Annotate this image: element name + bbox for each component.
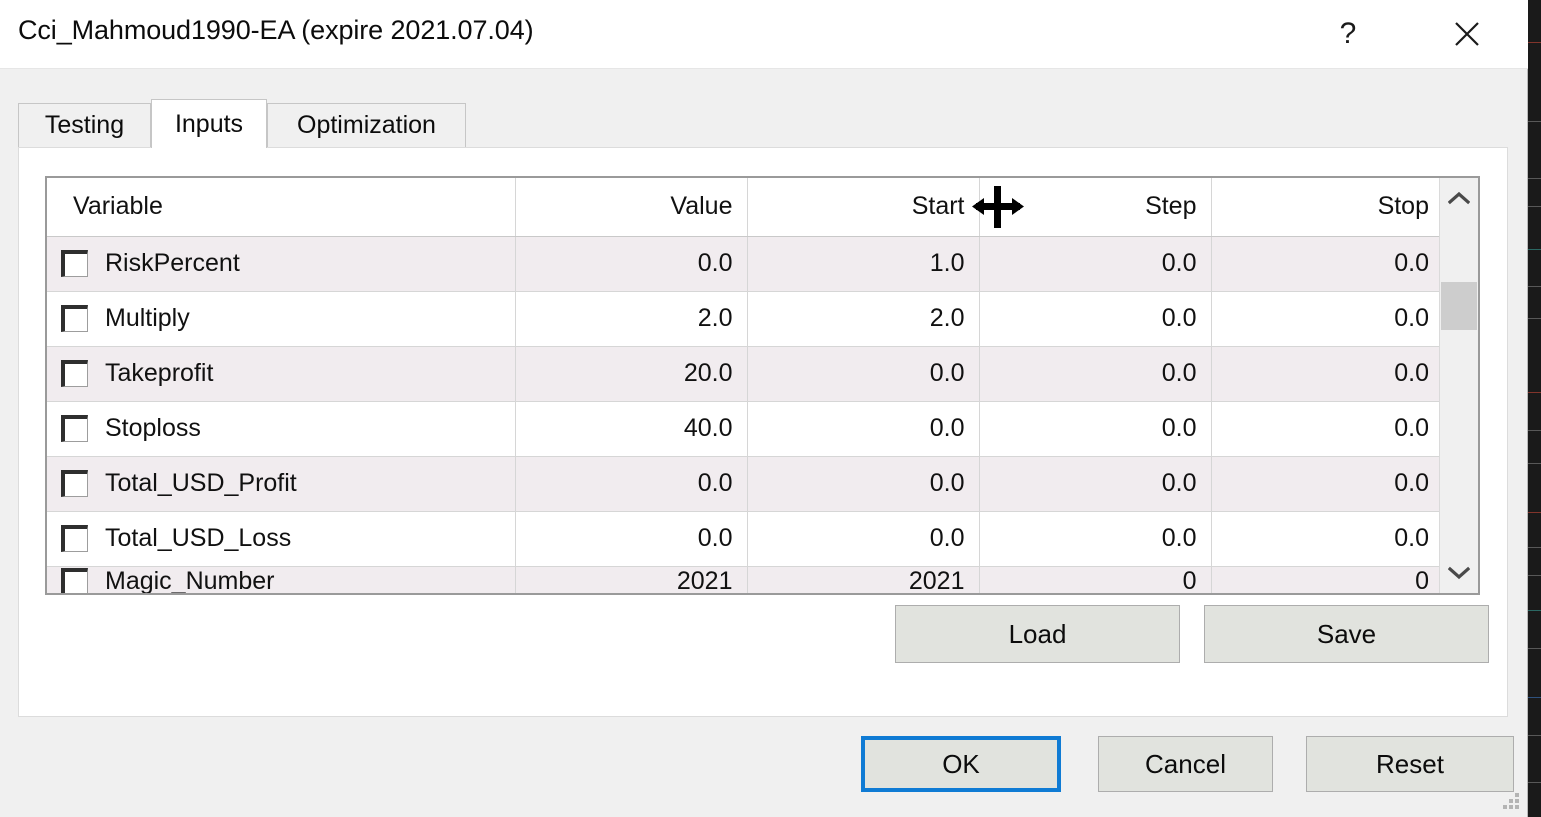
- cell-step[interactable]: 0.0: [979, 511, 1211, 566]
- variable-label: Takeprofit: [105, 361, 213, 386]
- load-button[interactable]: Load: [895, 605, 1180, 663]
- row-checkbox[interactable]: [61, 360, 88, 387]
- cell-value[interactable]: 40.0: [515, 401, 747, 456]
- tab-inputs-label: Inputs: [175, 110, 243, 139]
- variable-label: Total_USD_Loss: [105, 526, 291, 551]
- reset-button[interactable]: Reset: [1306, 736, 1514, 792]
- tab-testing[interactable]: Testing: [18, 103, 151, 147]
- cell-stop[interactable]: 0.0: [1211, 236, 1443, 291]
- table-row[interactable]: Multiply 2.0 2.0 0.0 0.0: [47, 291, 1443, 346]
- cell-value[interactable]: 0.0: [515, 456, 747, 511]
- variable-label: Total_USD_Profit: [105, 471, 297, 496]
- close-button[interactable]: [1432, 0, 1502, 68]
- variable-label: Magic_Number: [105, 569, 275, 594]
- ok-button[interactable]: OK: [861, 736, 1061, 792]
- cell-stop[interactable]: 0.0: [1211, 511, 1443, 566]
- table-row[interactable]: RiskPercent 0.0 1.0 0.0 0.0: [47, 236, 1443, 291]
- cell-step[interactable]: 0.0: [979, 456, 1211, 511]
- cell-start[interactable]: 2.0: [747, 291, 979, 346]
- cell-stop[interactable]: 0.0: [1211, 291, 1443, 346]
- table-row[interactable]: Stoploss 40.0 0.0 0.0 0.0: [47, 401, 1443, 456]
- cell-value[interactable]: 20.0: [515, 346, 747, 401]
- inputs-table: Variable Value Start Step Stop: [47, 178, 1443, 593]
- column-header-variable[interactable]: Variable: [47, 178, 515, 236]
- scrollbar-thumb[interactable]: [1441, 282, 1477, 330]
- reset-button-label: Reset: [1376, 749, 1444, 780]
- cell-variable: Magic_Number: [47, 566, 515, 593]
- variable-label: RiskPercent: [105, 251, 240, 276]
- title-bar: Cci_Mahmoud1990-EA (expire 2021.07.04) ?: [0, 0, 1528, 69]
- cell-step[interactable]: 0: [979, 566, 1211, 593]
- close-icon: [1452, 19, 1482, 49]
- row-checkbox[interactable]: [61, 470, 88, 497]
- inputs-table-viewport: Variable Value Start Step Stop: [47, 178, 1443, 593]
- cancel-button-label: Cancel: [1145, 749, 1226, 780]
- cell-step[interactable]: 0.0: [979, 346, 1211, 401]
- cell-stop[interactable]: 0.0: [1211, 456, 1443, 511]
- cell-start[interactable]: 1.0: [747, 236, 979, 291]
- cell-start[interactable]: 2021: [747, 566, 979, 593]
- cell-step[interactable]: 0.0: [979, 291, 1211, 346]
- tab-testing-label: Testing: [45, 111, 124, 140]
- inputs-tab-panel: Variable Value Start Step Stop: [18, 147, 1508, 717]
- cell-stop[interactable]: 0.0: [1211, 346, 1443, 401]
- cell-step[interactable]: 0.0: [979, 236, 1211, 291]
- chevron-up-icon: [1448, 191, 1470, 205]
- cell-variable: RiskPercent: [47, 236, 515, 291]
- row-checkbox[interactable]: [61, 250, 88, 277]
- cell-value[interactable]: 2.0: [515, 291, 747, 346]
- load-button-label: Load: [1009, 619, 1067, 650]
- tab-inputs[interactable]: Inputs: [151, 99, 267, 148]
- row-checkbox[interactable]: [61, 568, 88, 594]
- column-header-step[interactable]: Step: [979, 178, 1211, 236]
- cell-variable: Takeprofit: [47, 346, 515, 401]
- table-row[interactable]: Total_USD_Loss 0.0 0.0 0.0 0.0: [47, 511, 1443, 566]
- tab-optimization[interactable]: Optimization: [267, 103, 466, 147]
- variable-label: Multiply: [105, 306, 190, 331]
- cell-start[interactable]: 0.0: [747, 346, 979, 401]
- inputs-table-frame: Variable Value Start Step Stop: [45, 176, 1480, 595]
- question-mark-icon: ?: [1340, 19, 1357, 49]
- cell-value[interactable]: 2021: [515, 566, 747, 593]
- ok-button-label: OK: [942, 749, 980, 780]
- row-checkbox[interactable]: [61, 415, 88, 442]
- cell-start[interactable]: 0.0: [747, 456, 979, 511]
- table-row[interactable]: Total_USD_Profit 0.0 0.0 0.0 0.0: [47, 456, 1443, 511]
- window-title: Cci_Mahmoud1990-EA (expire 2021.07.04): [18, 15, 534, 46]
- cell-step[interactable]: 0.0: [979, 401, 1211, 456]
- column-header-start[interactable]: Start: [747, 178, 979, 236]
- column-header-stop[interactable]: Stop: [1211, 178, 1443, 236]
- column-header-value[interactable]: Value: [515, 178, 747, 236]
- save-button-label: Save: [1317, 619, 1376, 650]
- cell-variable: Stoploss: [47, 401, 515, 456]
- variable-label: Stoploss: [105, 416, 201, 441]
- help-button[interactable]: ?: [1313, 0, 1383, 68]
- cell-value[interactable]: 0.0: [515, 236, 747, 291]
- tab-strip: Testing Inputs Optimization: [18, 99, 1508, 147]
- cell-stop[interactable]: 0: [1211, 566, 1443, 593]
- cell-start[interactable]: 0.0: [747, 511, 979, 566]
- table-header-row: Variable Value Start Step Stop: [47, 178, 1443, 236]
- table-row[interactable]: Magic_Number 2021 2021 0 0: [47, 566, 1443, 593]
- scroll-up-button[interactable]: [1440, 178, 1478, 218]
- scroll-down-button[interactable]: [1440, 553, 1478, 593]
- cell-variable: Multiply: [47, 291, 515, 346]
- chevron-down-icon: [1448, 566, 1470, 580]
- cell-start[interactable]: 0.0: [747, 401, 979, 456]
- cell-variable: Total_USD_Profit: [47, 456, 515, 511]
- resize-grip[interactable]: [1501, 791, 1521, 811]
- cell-value[interactable]: 0.0: [515, 511, 747, 566]
- save-button[interactable]: Save: [1204, 605, 1489, 663]
- expert-properties-dialog: Cci_Mahmoud1990-EA (expire 2021.07.04) ?…: [0, 0, 1528, 817]
- row-checkbox[interactable]: [61, 305, 88, 332]
- tab-optimization-label: Optimization: [297, 111, 436, 140]
- table-vertical-scrollbar[interactable]: [1439, 178, 1478, 593]
- table-row[interactable]: Takeprofit 20.0 0.0 0.0 0.0: [47, 346, 1443, 401]
- cancel-button[interactable]: Cancel: [1098, 736, 1273, 792]
- cell-stop[interactable]: 0.0: [1211, 401, 1443, 456]
- cell-variable: Total_USD_Loss: [47, 511, 515, 566]
- background-chart-window: [1528, 0, 1541, 817]
- row-checkbox[interactable]: [61, 525, 88, 552]
